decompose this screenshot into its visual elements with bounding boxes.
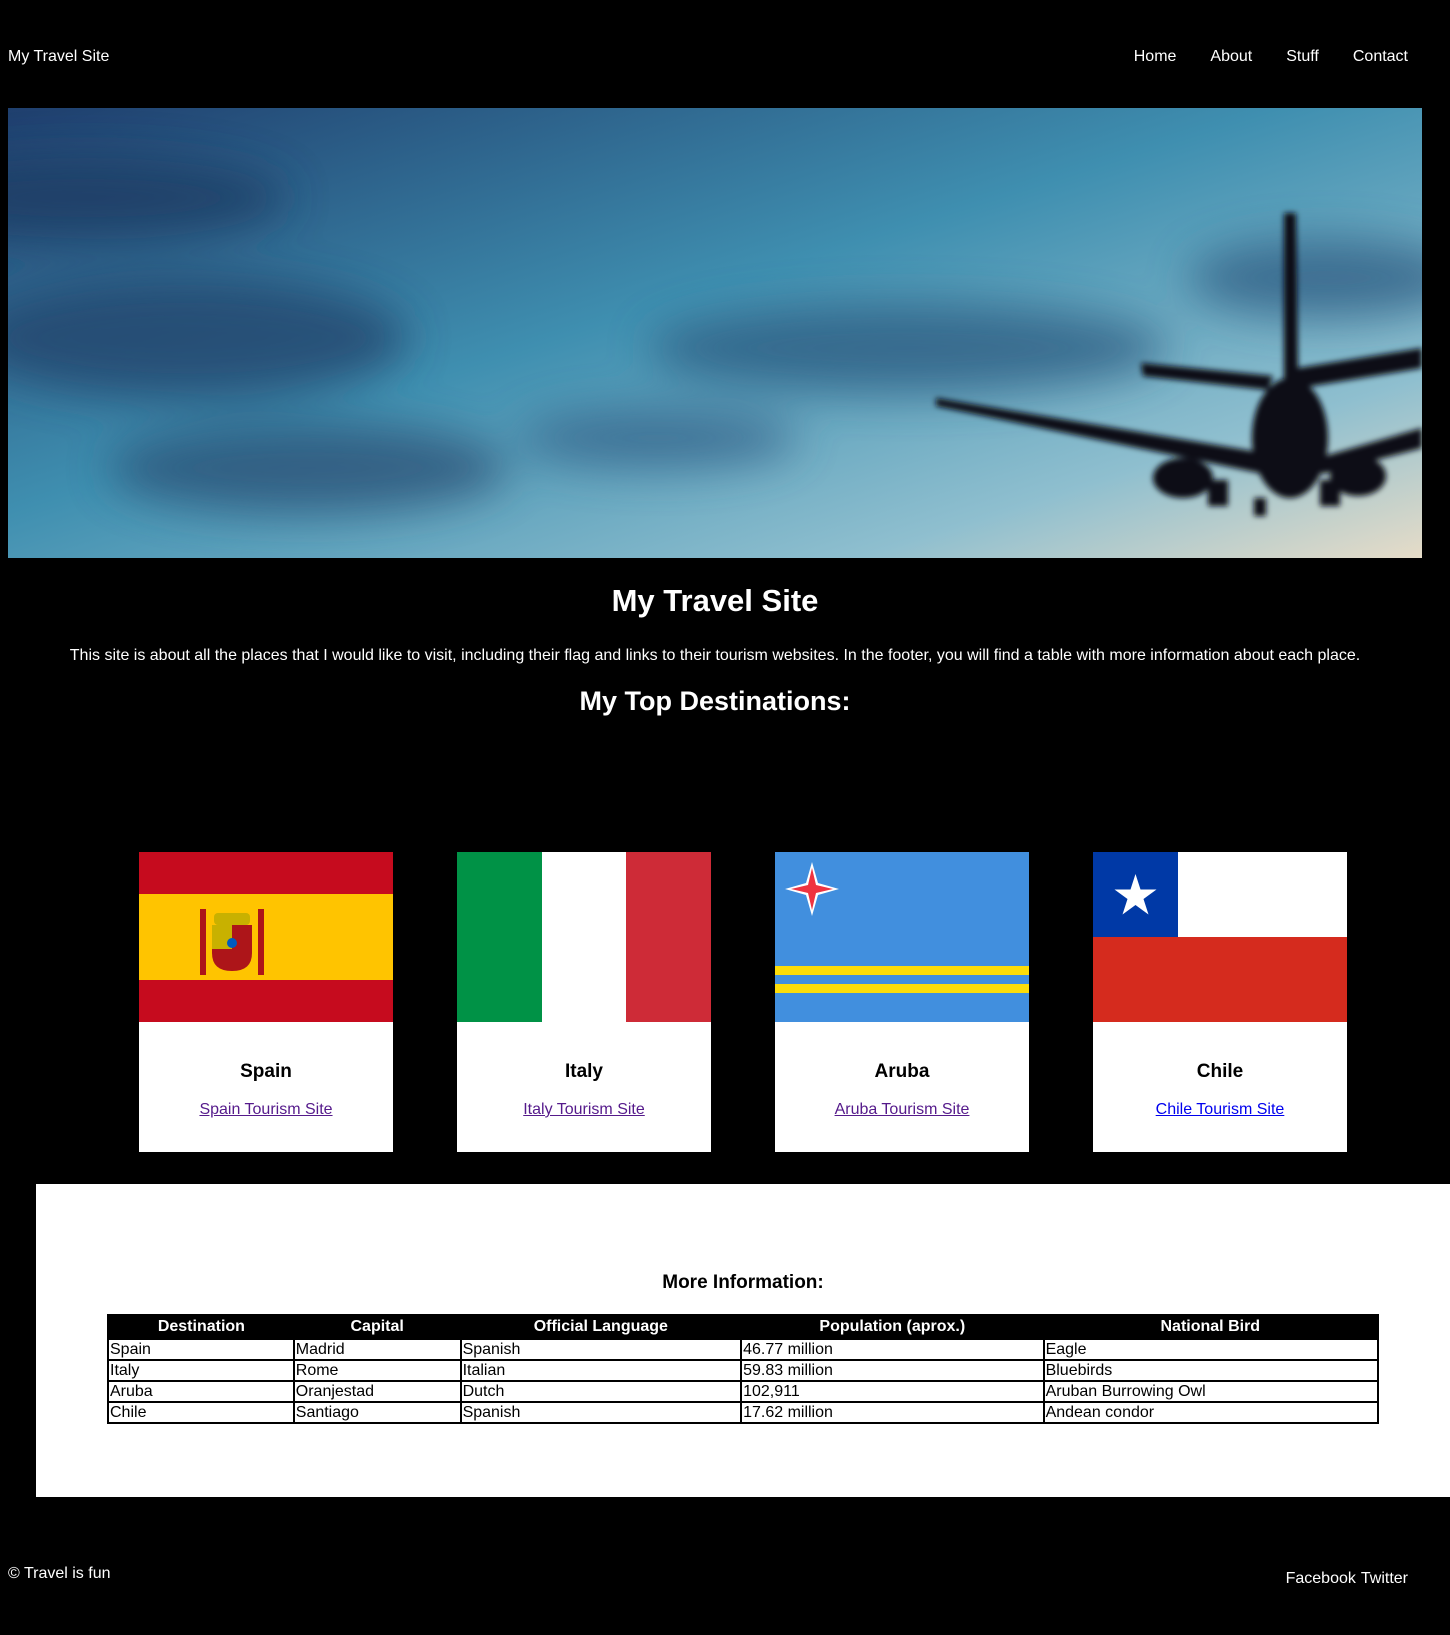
hero-image [8,108,1422,558]
table-cell: 46.77 million [740,1338,1045,1361]
table-cell: Spanish [459,1338,743,1361]
table-cell: Bluebirds [1042,1359,1380,1382]
page-title: My Travel Site [611,583,819,618]
italy-tourism-link[interactable]: Italy Tourism Site [523,1101,645,1118]
table-cell: Madrid [292,1338,462,1361]
table-cell: Italian [459,1359,743,1382]
destination-card-aruba: Aruba Aruba Tourism Site [775,852,1029,1152]
table-cell: Andean condor [1042,1401,1380,1424]
nav-stuff-link[interactable]: Stuff [1286,48,1319,66]
card-title: Aruba [874,1061,930,1082]
chile-flag-icon [1093,852,1347,1022]
intro-text: This site is about all the places that I… [69,647,1361,664]
column-header: Official Language [460,1315,742,1339]
footer-social-links: Facebook Twitter [1286,1570,1408,1588]
table-cell: Italy [107,1359,295,1382]
footer-copyright: © Travel is fun [8,1565,111,1582]
table-cell: Santiago [292,1401,462,1424]
italy-flag-icon [457,852,711,1022]
destinations-heading: My Top Destinations: [579,686,851,716]
card-title: Spain [240,1061,292,1082]
destinations-info-table: Destination Capital Official Language Po… [107,1314,1380,1424]
table-header-row: Destination Capital Official Language Po… [108,1315,1378,1339]
chile-tourism-link[interactable]: Chile Tourism Site [1156,1101,1285,1118]
card-title: Italy [564,1061,604,1082]
table-cell: Oranjestad [292,1380,462,1403]
column-header: Capital [293,1315,461,1339]
table-cell: 102,911 [740,1380,1045,1403]
more-information-section: More Information: Destination Capital Of… [36,1184,1450,1497]
table-cell: Eagle [1042,1338,1380,1361]
table-cell: Chile [107,1401,295,1424]
table-cell: Rome [292,1359,462,1382]
spain-flag-icon [139,852,393,1022]
table-row: Spain Madrid Spanish 46.77 million Eagle [107,1338,1380,1361]
facebook-link[interactable]: Facebook [1286,1570,1356,1588]
brand-name[interactable]: My Travel Site [8,48,109,66]
nav-contact-link[interactable]: Contact [1353,48,1408,66]
column-header: National Bird [1043,1315,1378,1339]
table-row: Aruba Oranjestad Dutch 102,911 Aruban Bu… [107,1380,1380,1403]
nav-home-link[interactable]: Home [1134,48,1177,66]
table-cell: Dutch [459,1380,743,1403]
table-cell: Aruba [107,1380,295,1403]
column-header: Population (aprox.) [741,1315,1044,1339]
nav-about-link[interactable]: About [1210,48,1252,66]
aruba-flag-icon [775,852,1029,1022]
table-cell: Aruban Burrowing Owl [1042,1380,1380,1403]
card-title: Chile [1196,1061,1244,1082]
table-row: Chile Santiago Spanish 17.62 million And… [107,1401,1380,1424]
spain-tourism-link[interactable]: Spain Tourism Site [199,1101,332,1118]
column-header: Destination [108,1315,294,1339]
table-cell: Spain [107,1338,295,1361]
twitter-link[interactable]: Twitter [1361,1570,1408,1588]
destination-card-spain: Spain Spain Tourism Site [139,852,393,1152]
table-cell: 59.83 million [740,1359,1045,1382]
table-row: Italy Rome Italian 59.83 million Bluebir… [107,1359,1380,1382]
top-navbar: My Travel Site Home About Stuff Contact [0,0,1450,108]
more-information-heading: More Information: [662,1272,824,1293]
destination-card-chile: Chile Chile Tourism Site [1093,852,1347,1152]
table-cell: 17.62 million [740,1401,1045,1424]
table-cell: Spanish [459,1401,743,1424]
aruba-tourism-link[interactable]: Aruba Tourism Site [835,1101,970,1118]
destination-card-italy: Italy Italy Tourism Site [457,852,711,1152]
main-nav: Home About Stuff Contact [1134,48,1408,66]
